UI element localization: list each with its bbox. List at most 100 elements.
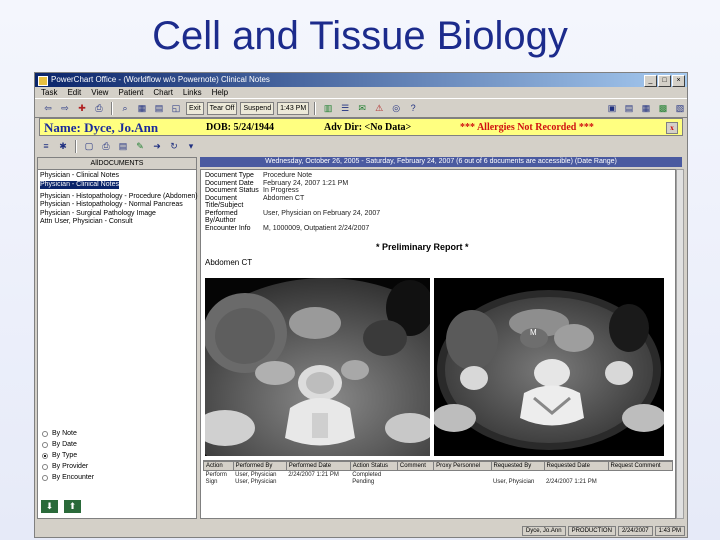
- print-icon[interactable]: ⎙: [92, 102, 106, 115]
- tear-off-button[interactable]: Tear Off: [206, 101, 238, 115]
- view-icon-1[interactable]: ▣: [605, 102, 619, 115]
- radio-by-note[interactable]: By Note: [42, 428, 94, 439]
- forward-note-icon[interactable]: ➜: [150, 141, 164, 152]
- menu-help[interactable]: Help: [212, 87, 228, 98]
- column-header[interactable]: Comment: [396, 461, 435, 471]
- suspend-button[interactable]: Suspend: [240, 101, 275, 115]
- section-heading: Abdomen CT: [205, 258, 253, 267]
- action-table: Action Performed By Performed Date Actio…: [203, 461, 674, 485]
- column-header[interactable]: Performed By: [232, 461, 287, 471]
- field-key: Document Date: [205, 179, 254, 187]
- document-tree-panel: AllDOCUMENTS Physician - Clinical Notes …: [37, 157, 198, 519]
- calendar-icon[interactable]: ▤: [152, 102, 166, 115]
- main-toolbar: ⇦ ⇨ ✚ ⎙ ⌕ ▦ ▤ ◱ Exit Tear Off Suspend 1:…: [35, 98, 687, 118]
- view-icon-3[interactable]: ▦: [639, 102, 653, 115]
- exit-icon[interactable]: ◱: [169, 102, 183, 115]
- forward-arrow-icon[interactable]: ⇨: [58, 102, 72, 115]
- radio-by-encounter[interactable]: By Encounter: [42, 472, 94, 483]
- list-item[interactable]: Attn User, Physician - Consult: [40, 218, 194, 227]
- menu-edit[interactable]: Edit: [67, 87, 81, 98]
- tools-icon[interactable]: ✚: [75, 102, 89, 115]
- list-item[interactable]: Physician - Surgical Pathology Image: [40, 210, 194, 219]
- table-row[interactable]: Perform User, Physician 2/24/2007 1:21 P…: [204, 471, 673, 479]
- radio-by-type[interactable]: By Type: [42, 450, 94, 461]
- menu-chart[interactable]: Chart: [153, 87, 173, 98]
- patient-list-icon[interactable]: ☰: [338, 102, 352, 115]
- field-value: February 24, 2007 1:21 PM: [263, 179, 349, 187]
- notes-toolbar: ≡ ✱ ▢ ⎙ ▤ ✎ ➜ ↻ ▾: [39, 139, 683, 153]
- alert-icon[interactable]: ⚠: [372, 102, 386, 115]
- view-icon-5[interactable]: ▧: [673, 102, 687, 115]
- document-scrollbar[interactable]: [676, 169, 684, 519]
- inbox-icon[interactable]: ✉: [355, 102, 369, 115]
- field-key: Document Title/Subject: [205, 194, 244, 210]
- print-note-icon[interactable]: ⎙: [99, 141, 113, 152]
- application-window: PowerChart Office - (Worldflow w/o Power…: [34, 72, 688, 538]
- column-header[interactable]: Requested By: [490, 461, 545, 471]
- status-bar: Dyce, Jo.Ann PRODUCTION 2/24/2007 1:43 P…: [37, 526, 685, 536]
- menu-links[interactable]: Links: [183, 87, 202, 98]
- banner-close-icon[interactable]: x: [666, 122, 678, 134]
- view-icon-4[interactable]: ▩: [656, 102, 670, 115]
- action-list: Action Performed By Performed Date Actio…: [203, 460, 674, 517]
- document-viewer: Document Type Procedure Note Document Dat…: [200, 169, 676, 519]
- menu-icon[interactable]: ≡: [39, 141, 53, 152]
- lookup-icon[interactable]: ◎: [389, 102, 403, 115]
- maximize-button[interactable]: □: [658, 75, 671, 87]
- radio-by-provider[interactable]: By Provider: [42, 461, 94, 472]
- advance-directive: Adv Dir: <No Data>: [324, 122, 412, 133]
- column-header[interactable]: Action: [203, 461, 234, 471]
- field-row: Encounter Info M, 1000009, Outpatient 2/2…: [205, 225, 380, 233]
- sign-icon[interactable]: ✎: [133, 141, 147, 152]
- list-item[interactable]: Physician - Histopathology - Procedure (…: [40, 193, 198, 202]
- list-item-label: Physician - Surgical Pathology Image: [40, 209, 156, 217]
- radio-dot: [42, 474, 48, 481]
- status-patient: Dyce, Jo.Ann: [521, 526, 566, 536]
- field-row: Document Title/Subject Abdomen CT: [205, 195, 380, 210]
- back-arrow-icon[interactable]: ⇦: [41, 102, 55, 115]
- table-cell: [608, 471, 672, 479]
- exit-button[interactable]: Exit: [186, 101, 204, 115]
- new-note-icon[interactable]: ▢: [82, 141, 96, 152]
- settings-icon[interactable]: ✱: [56, 141, 70, 152]
- list-item[interactable]: Physician - Clinical Notes: [40, 180, 194, 193]
- table-row[interactable]: Sign User, Physician Pending User, Physi…: [204, 478, 673, 485]
- arrow-down-button[interactable]: ⬇: [40, 499, 59, 514]
- list-item-label: Physician - Histopathology - Normal Panc…: [40, 201, 183, 208]
- patient-dob: DOB: 5/24/1944: [206, 122, 275, 133]
- refresh-icon[interactable]: ↻: [167, 141, 181, 152]
- ct-marker-label: M: [530, 328, 537, 337]
- radio-by-date[interactable]: By Date: [42, 439, 94, 450]
- menu-view[interactable]: View: [91, 87, 108, 98]
- menu-task[interactable]: Task: [41, 87, 57, 98]
- view-icon-2[interactable]: ▤: [622, 102, 636, 115]
- window-titlebar: PowerChart Office - (Worldflow w/o Power…: [35, 73, 687, 87]
- chart-icon[interactable]: ▥: [321, 102, 335, 115]
- field-row: Document Date February 24, 2007 1:21 PM: [205, 180, 380, 188]
- allergy-alert: *** Allergies Not Recorded ***: [460, 122, 594, 133]
- radio-dot: [42, 441, 48, 448]
- toolbar-separator: [314, 101, 317, 115]
- help-icon[interactable]: ?: [406, 102, 420, 115]
- field-value: In Progress: [263, 187, 299, 194]
- menu-patient[interactable]: Patient: [118, 87, 143, 98]
- arrow-up-button[interactable]: ⬆: [63, 499, 82, 514]
- filter-icon[interactable]: ▾: [184, 141, 198, 152]
- list-item[interactable]: Physician - Clinical Notes: [40, 172, 194, 181]
- field-value: Procedure Note: [263, 172, 313, 179]
- list-item-label: Physician - Clinical Notes: [40, 172, 119, 179]
- list-item[interactable]: Physician - Histopathology - Normal Panc…: [40, 201, 194, 210]
- ct-scan-image-right: M: [434, 278, 664, 456]
- column-header[interactable]: Action Status: [349, 461, 398, 471]
- document-list: Physician - Clinical Notes Physician - C…: [38, 170, 198, 229]
- column-header[interactable]: Performed Date: [285, 461, 351, 471]
- column-header[interactable]: Proxy Personnel: [433, 461, 492, 471]
- grid-icon[interactable]: ▦: [135, 102, 149, 115]
- column-header[interactable]: Request Comment: [607, 461, 674, 471]
- preliminary-report-label: * Preliminary Report *: [376, 242, 469, 252]
- search-icon[interactable]: ⌕: [118, 102, 132, 115]
- close-button[interactable]: ×: [672, 75, 685, 87]
- open-note-icon[interactable]: ▤: [116, 141, 130, 152]
- column-header[interactable]: Requested Date: [543, 461, 609, 471]
- minimize-button[interactable]: _: [644, 75, 657, 87]
